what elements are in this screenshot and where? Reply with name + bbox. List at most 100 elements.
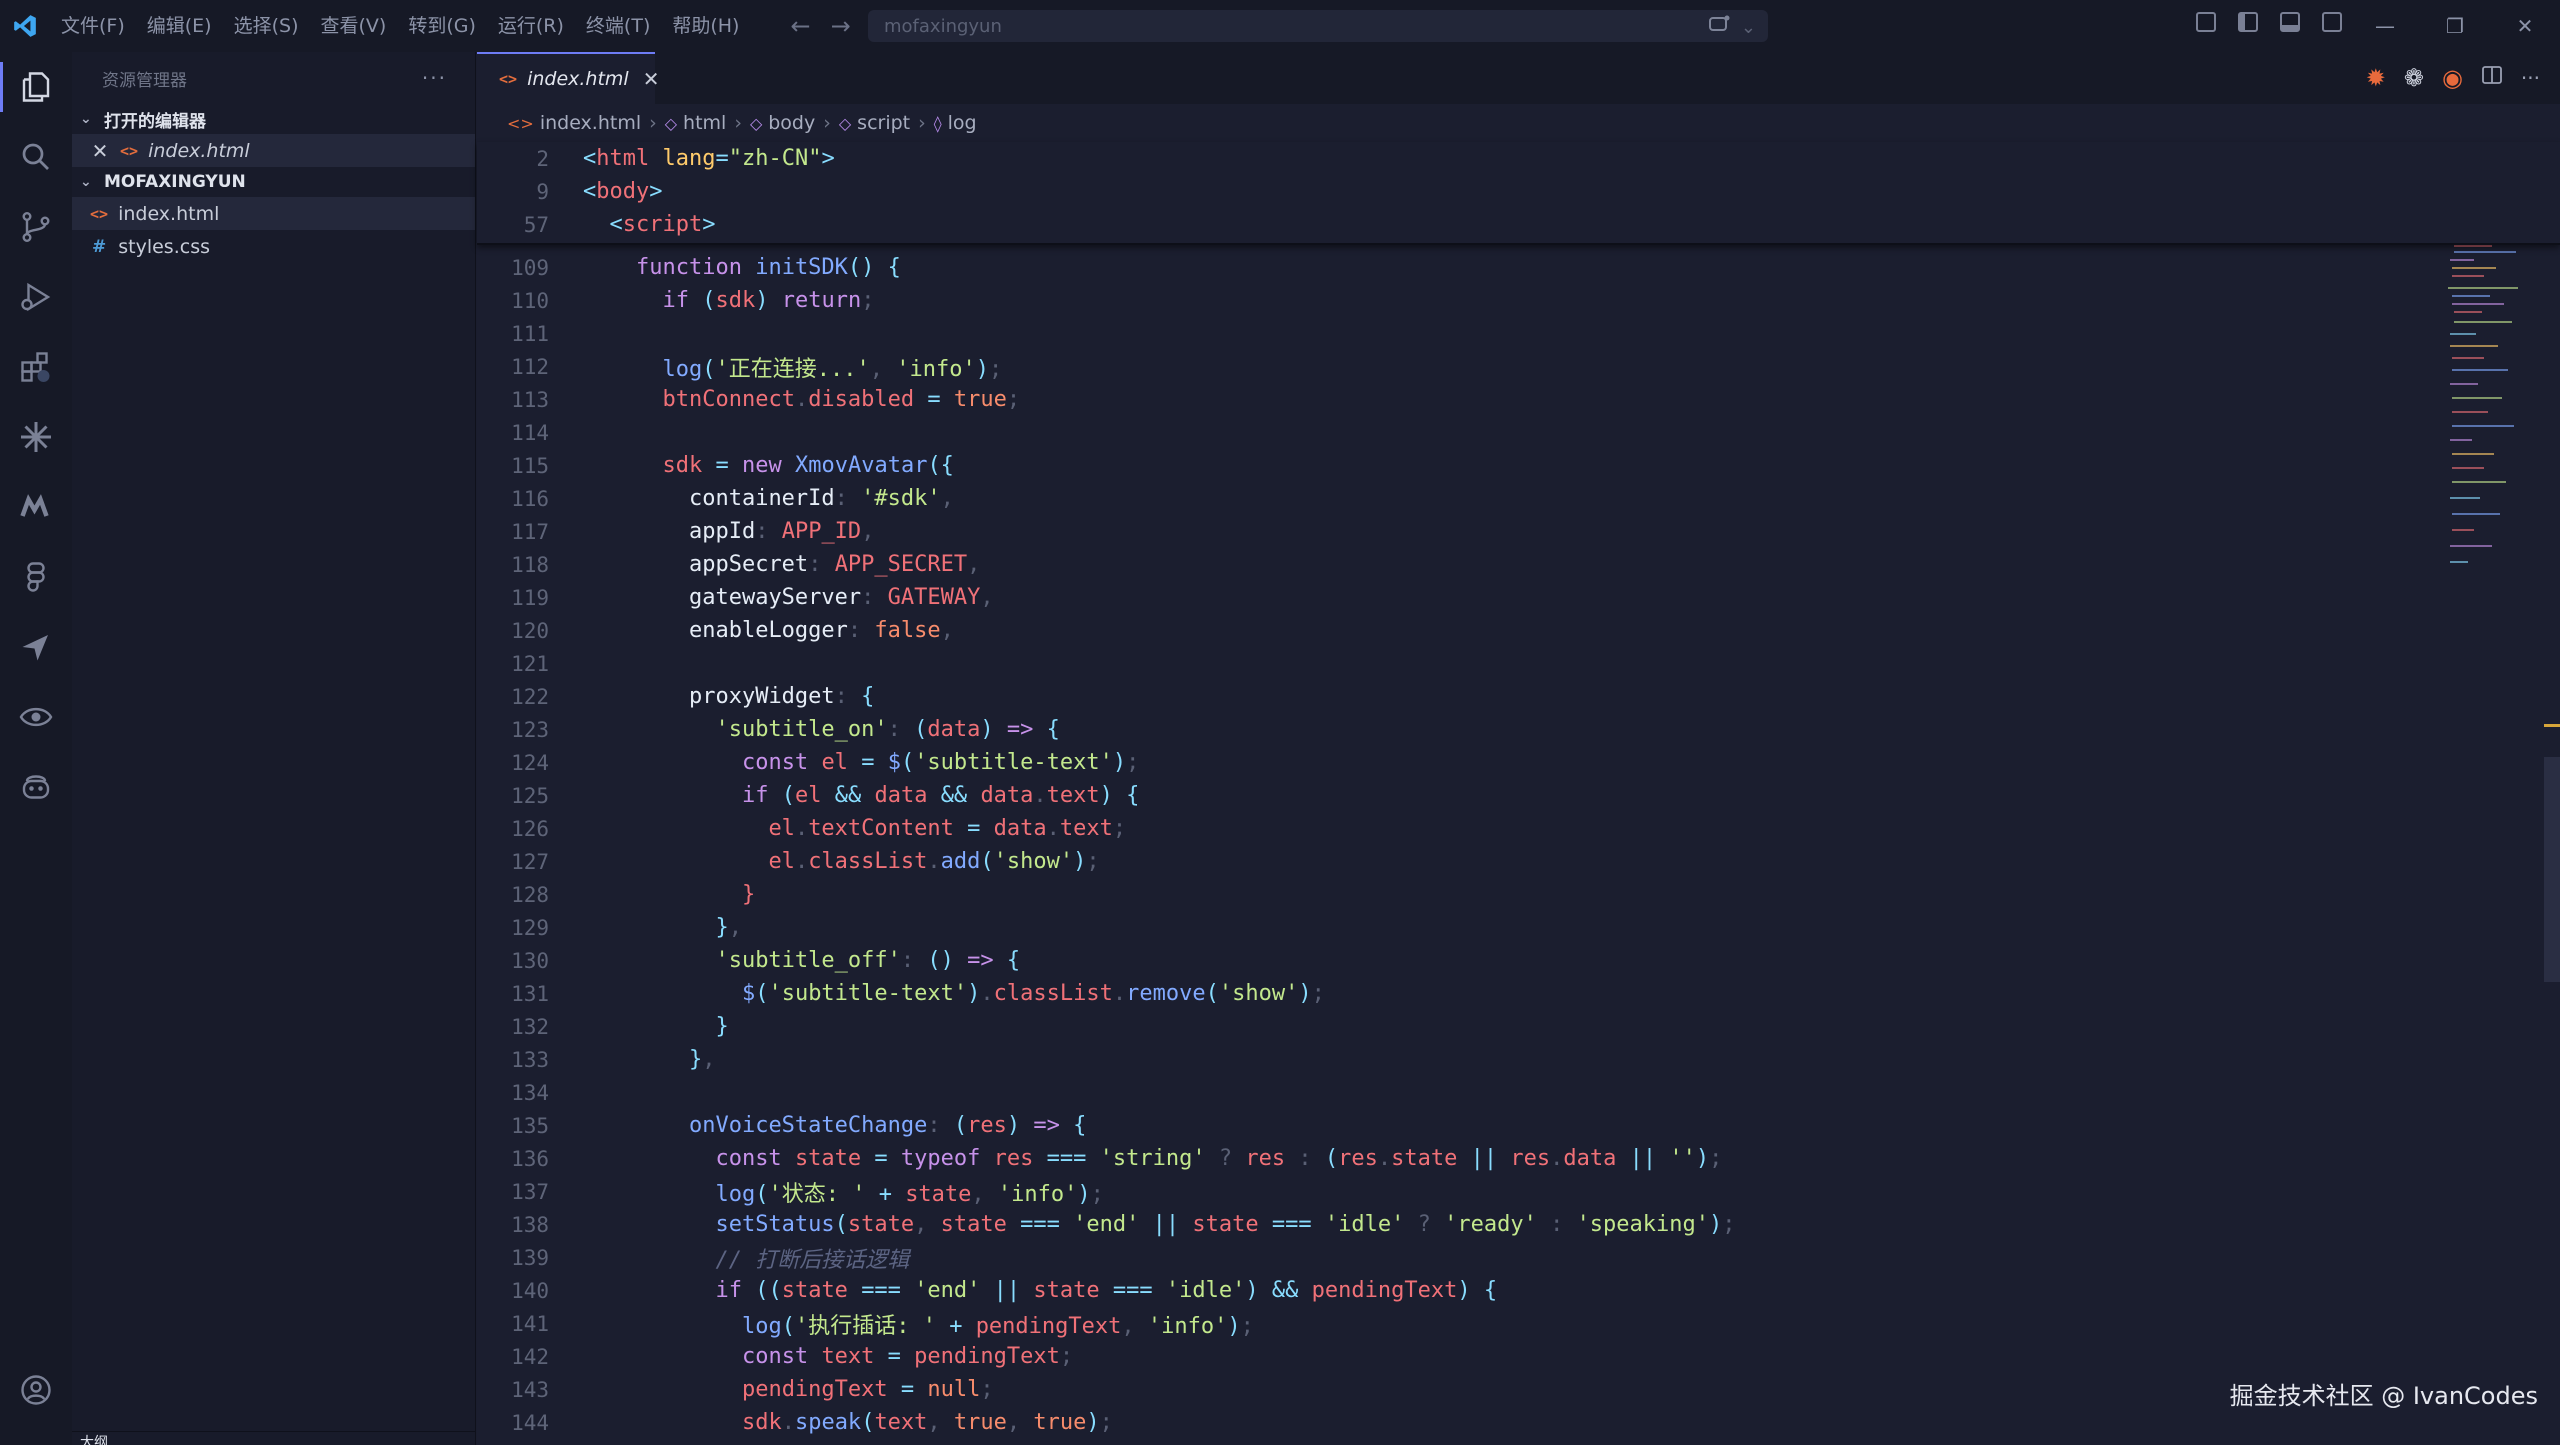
open-editors-section[interactable]: ⌄ 打开的编辑器	[72, 104, 475, 134]
code-line: 57 <script>	[477, 208, 2560, 241]
code-editor[interactable]: 2 <html lang="zh-CN"> 9 <body> 57 <scrip…	[477, 142, 2560, 1439]
code-line: 110 if (sdk) return;	[477, 284, 2560, 317]
close-window-icon[interactable]: ✕	[2490, 0, 2560, 52]
line-number: 139	[511, 1245, 549, 1270]
line-number: 115	[511, 453, 549, 478]
m-extension-icon[interactable]	[0, 472, 72, 542]
more-actions-icon[interactable]: ···	[422, 66, 447, 90]
workspace-section[interactable]: ⌄ MOFAXINGYUN	[72, 167, 475, 197]
toggle-sidebar-icon[interactable]	[2238, 12, 2258, 32]
menu-selection[interactable]: 选择(S)	[223, 0, 310, 52]
breadcrumb-item[interactable]: index.html	[540, 112, 641, 134]
line-number: 123	[511, 717, 549, 742]
html-file-icon: <>	[499, 70, 518, 88]
code-line: 114	[477, 416, 2560, 449]
vertical-scrollbar[interactable]	[2544, 757, 2560, 982]
chevron-down-icon[interactable]: ⌄	[1741, 17, 1756, 38]
menu-run[interactable]: 运行(R)	[487, 0, 575, 52]
send-icon[interactable]	[0, 612, 72, 682]
sticky-scroll[interactable]: 2 <html lang="zh-CN"> 9 <body> 57 <scrip…	[477, 142, 2560, 245]
customize-layout-icon[interactable]	[2196, 12, 2216, 32]
forward-arrow-icon[interactable]: →	[831, 12, 851, 40]
figma-icon[interactable]	[0, 542, 72, 612]
toggle-secondary-sidebar-icon[interactable]	[2322, 12, 2342, 32]
preview-eye-icon[interactable]: ◉	[2442, 64, 2463, 92]
more-actions-icon[interactable]: ···	[2521, 66, 2540, 90]
menu-file[interactable]: 文件(F)	[50, 0, 136, 52]
breadcrumb: <> index.html › ◇ html › ◇ body › ◇ scri…	[477, 104, 2560, 142]
code-line: 117 appId: APP_ID,	[477, 515, 2560, 548]
search-icon[interactable]	[0, 122, 72, 192]
minimap[interactable]	[2444, 188, 2524, 608]
run-debug-icon[interactable]	[0, 262, 72, 332]
openai-icon[interactable]: ❁	[2404, 64, 2424, 92]
breadcrumb-item[interactable]: body	[768, 112, 815, 134]
line-number: 143	[511, 1377, 549, 1402]
breadcrumb-item[interactable]: script	[857, 112, 910, 134]
file-item-styles-css[interactable]: # styles.css	[72, 230, 475, 263]
open-editors-label: 打开的编辑器	[104, 111, 206, 132]
code-line: 115 sdk = new XmovAvatar({	[477, 449, 2560, 482]
code-line: 9 <body>	[477, 175, 2560, 208]
copilot-chat-icon[interactable]	[1707, 14, 1731, 41]
back-arrow-icon[interactable]: ←	[790, 12, 810, 40]
line-number: 128	[511, 882, 549, 907]
split-editor-icon[interactable]	[2481, 64, 2503, 92]
menu-help[interactable]: 帮助(H)	[661, 0, 750, 52]
outline-section[interactable]: 大纲	[72, 1431, 476, 1445]
line-number: 127	[511, 849, 549, 874]
eye-icon[interactable]	[0, 682, 72, 752]
line-number: 118	[511, 552, 549, 577]
title-bar: 文件(F) 编辑(E) 选择(S) 查看(V) 转到(G) 运行(R) 终端(T…	[0, 0, 2560, 52]
code-line: 125 if (el && data && data.text) {	[477, 779, 2560, 812]
spark-extension-icon[interactable]	[0, 402, 72, 472]
close-icon[interactable]: ✕	[643, 67, 660, 91]
breadcrumb-item[interactable]: log	[948, 112, 977, 134]
line-number: 134	[511, 1080, 549, 1105]
code-line: 112 log('正在连接...', 'info');	[477, 350, 2560, 383]
chevron-right-icon: ›	[918, 112, 926, 134]
layout-controls	[2196, 12, 2342, 32]
html-file-icon: <>	[120, 141, 139, 160]
code-line: 135 onVoiceStateChange: (res) => {	[477, 1109, 2560, 1142]
watermark-text: 掘金技术社区 @ IvanCodes	[2229, 1382, 2538, 1410]
restore-icon[interactable]: ❐	[2420, 0, 2490, 52]
code-line: 131 $('subtitle-text').classList.remove(…	[477, 977, 2560, 1010]
menu-go[interactable]: 转到(G)	[397, 0, 487, 52]
line-number: 133	[511, 1047, 549, 1072]
code-line: 118 appSecret: APP_SECRET,	[477, 548, 2560, 581]
line-number: 117	[511, 519, 549, 544]
menu-terminal[interactable]: 终端(T)	[575, 0, 661, 52]
open-editor-filename: index.html	[148, 139, 250, 162]
spark-action-icon[interactable]: ✹	[2366, 64, 2386, 92]
line-number: 119	[511, 585, 549, 610]
menu-bar: 文件(F) 编辑(E) 选择(S) 查看(V) 转到(G) 运行(R) 终端(T…	[50, 0, 750, 52]
extensions-icon[interactable]	[0, 332, 72, 402]
minimize-icon[interactable]: —	[2350, 0, 2420, 52]
line-number: 122	[511, 684, 549, 709]
line-number: 110	[511, 288, 549, 313]
close-icon[interactable]: ✕	[86, 139, 114, 163]
menu-view[interactable]: 查看(V)	[310, 0, 398, 52]
menu-edit[interactable]: 编辑(E)	[136, 0, 223, 52]
tab-index-html[interactable]: <> index.html ✕	[477, 52, 659, 104]
account-icon[interactable]	[0, 1355, 72, 1425]
html-file-icon: <>	[90, 204, 109, 223]
copilot-icon[interactable]	[0, 752, 72, 822]
code-line: 132 }	[477, 1010, 2560, 1043]
toggle-panel-icon[interactable]	[2280, 12, 2300, 32]
line-number: 109	[511, 255, 549, 280]
breadcrumb-item[interactable]: html	[683, 112, 726, 134]
code-line: 126 el.textContent = data.text;	[477, 812, 2560, 845]
command-center-search[interactable]: mofaxingyun ⌄	[868, 10, 1768, 42]
editor-actions: ✹ ❁ ◉ ···	[2366, 64, 2540, 92]
chevron-down-icon: ⌄	[80, 174, 92, 190]
line-number: 131	[511, 981, 549, 1006]
explorer-icon[interactable]	[0, 52, 72, 122]
file-item-index-html[interactable]: <> index.html	[72, 197, 475, 230]
open-editor-item[interactable]: ✕ <> index.html	[72, 134, 475, 167]
source-control-icon[interactable]	[0, 192, 72, 262]
code-line: 134	[477, 1076, 2560, 1109]
html-file-icon: <>	[507, 113, 534, 133]
code-line: 129 },	[477, 911, 2560, 944]
